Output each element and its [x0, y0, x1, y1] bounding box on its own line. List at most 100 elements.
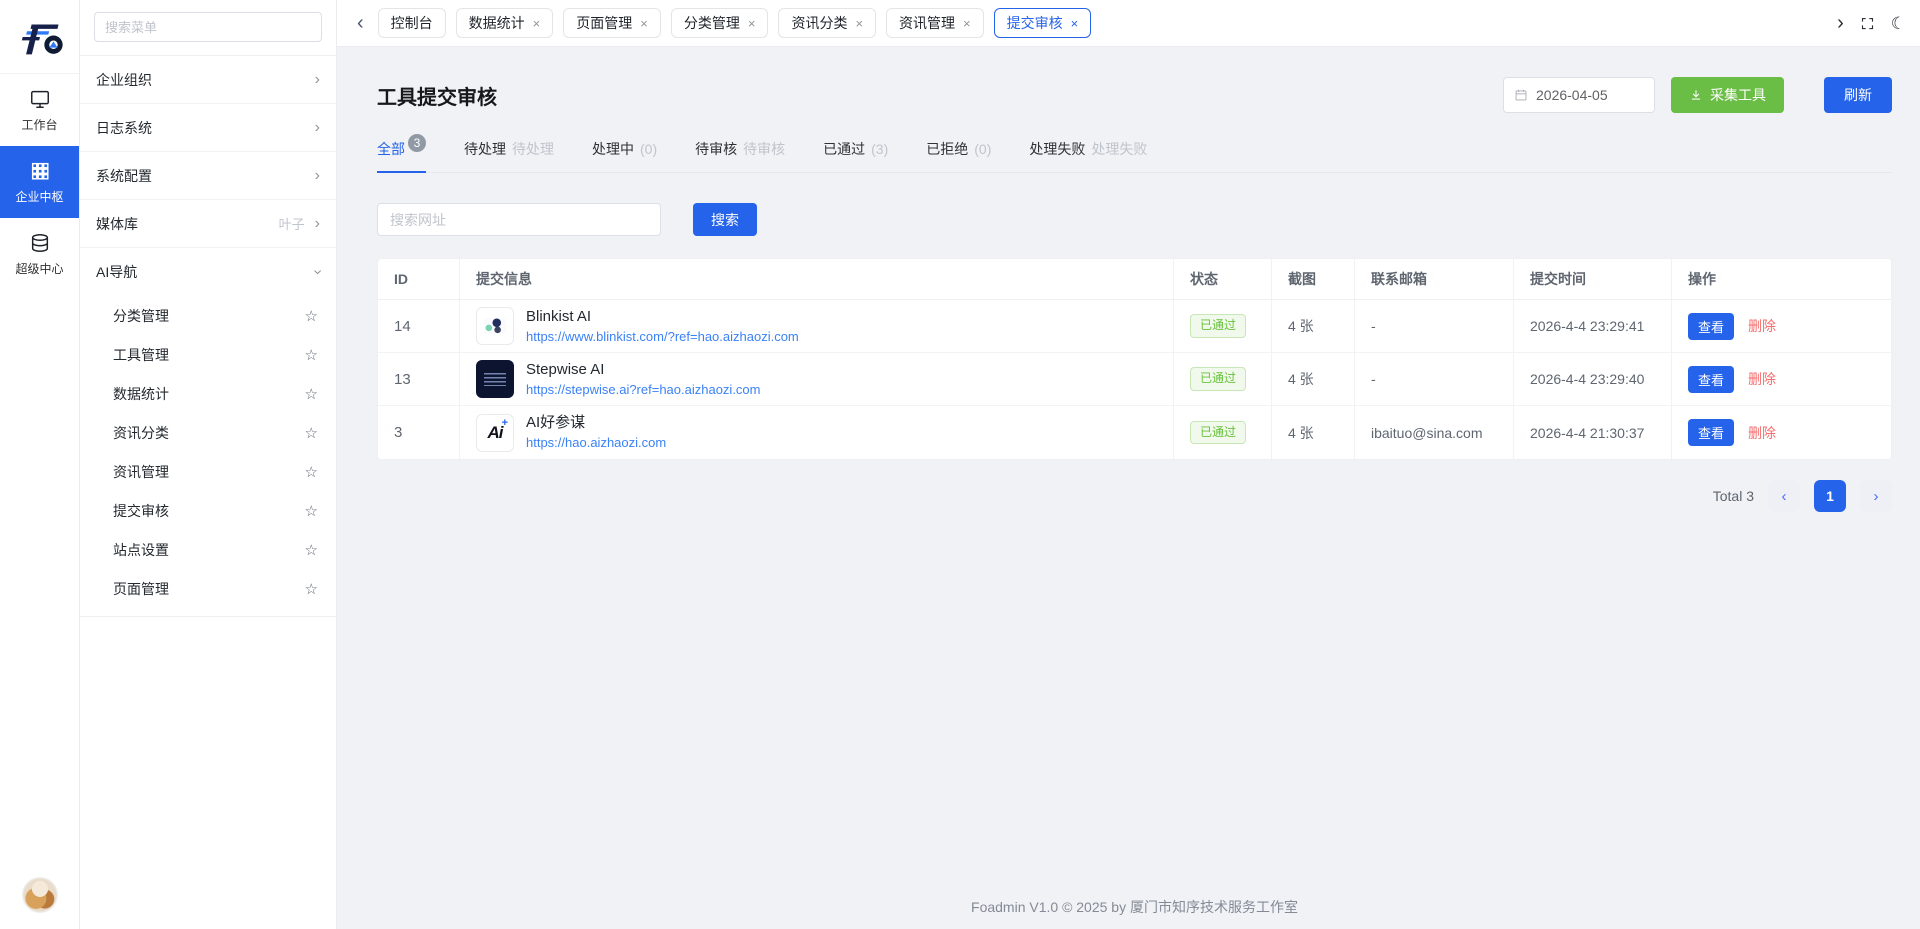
- filter-label: 处理失败: [1029, 141, 1085, 157]
- rail-item-super-center[interactable]: 超级中心: [0, 218, 79, 290]
- sidebar-item-page-mgmt[interactable]: 页面管理 ☆: [80, 569, 336, 608]
- submissions-table: ID 提交信息 状态 截图 联系邮箱 提交时间 操作 14 +: [377, 258, 1892, 460]
- contact-email: ibaituo@sina.com: [1355, 406, 1514, 459]
- star-outline-icon[interactable]: ☆: [305, 502, 318, 520]
- top-tabbar: ‹ 控制台 数据统计 × 页面管理 × 分类管理 × 资讯分类 × 资讯管理: [337, 0, 1920, 47]
- sidebar-item-system-config[interactable]: 系统配置 ›: [80, 152, 336, 200]
- filter-suffix: 待处理: [512, 141, 554, 157]
- app-logo[interactable]: [0, 0, 79, 74]
- filter-rejected[interactable]: 已拒绝 (0): [926, 139, 991, 172]
- submenu-item-label: 提交审核: [113, 501, 169, 521]
- rail-item-enterprise-hub[interactable]: 企业中枢: [0, 146, 79, 218]
- filter-approved[interactable]: 已通过(3): [823, 139, 888, 172]
- star-outline-icon[interactable]: ☆: [305, 385, 318, 403]
- submenu-item-label: 资讯管理: [113, 462, 169, 482]
- view-button[interactable]: 查看: [1688, 366, 1734, 393]
- sidebar-item-tool-mgmt[interactable]: 工具管理 ☆: [80, 335, 336, 374]
- col-submission: 提交信息: [460, 259, 1174, 299]
- status-badge: 已通过: [1190, 421, 1246, 445]
- filter-label: 待处理: [464, 141, 506, 157]
- close-icon[interactable]: ×: [1071, 16, 1079, 31]
- sidebar-item-log-system[interactable]: 日志系统 ›: [80, 104, 336, 152]
- dark-mode-moon-icon[interactable]: ☾: [1891, 15, 1906, 32]
- search-row: 搜索: [377, 203, 1892, 236]
- collect-tools-button[interactable]: 采集工具: [1671, 77, 1784, 113]
- filter-suffix: (0): [974, 141, 991, 157]
- delete-link[interactable]: 删除: [1748, 369, 1776, 389]
- star-outline-icon[interactable]: ☆: [305, 307, 318, 325]
- filter-awaiting-review[interactable]: 待审核待审核: [695, 139, 785, 172]
- tool-url-link[interactable]: https://www.blinkist.com/?ref=hao.aizhao…: [526, 329, 799, 345]
- prev-page-button[interactable]: ‹: [1768, 480, 1800, 512]
- tab-page-mgmt[interactable]: 页面管理 ×: [563, 8, 661, 38]
- tab-submission-review[interactable]: 提交审核 ×: [994, 8, 1092, 38]
- tab-news-mgmt[interactable]: 资讯管理 ×: [886, 8, 984, 38]
- icon-rail: 工作台 企业中枢 超级中心: [0, 0, 80, 929]
- site-thumbnail[interactable]: +: [476, 360, 514, 398]
- chevron-right-icon: ›: [315, 72, 320, 88]
- close-icon[interactable]: ×: [640, 16, 648, 31]
- spark-icon: +: [502, 418, 508, 429]
- chevron-right-icon: ›: [1874, 488, 1879, 505]
- star-outline-icon[interactable]: ☆: [305, 463, 318, 481]
- tab-console[interactable]: 控制台: [378, 8, 446, 38]
- user-avatar[interactable]: [22, 877, 58, 913]
- sidebar-item-submission-review[interactable]: 提交审核 ☆: [80, 491, 336, 530]
- view-button[interactable]: 查看: [1688, 313, 1734, 340]
- sidebar-item-news-mgmt[interactable]: 资讯管理 ☆: [80, 452, 336, 491]
- tool-url-link[interactable]: https://hao.aizhaozi.com: [526, 435, 666, 451]
- search-button[interactable]: 搜索: [693, 203, 757, 236]
- sidebar-item-enterprise-org[interactable]: 企业组织 ›: [80, 56, 336, 104]
- view-button[interactable]: 查看: [1688, 419, 1734, 446]
- chevron-right-icon: ›: [315, 168, 320, 184]
- date-input[interactable]: [1536, 87, 1644, 103]
- search-url-input[interactable]: [377, 203, 661, 236]
- site-thumbnail[interactable]: +: [476, 307, 514, 345]
- delete-link[interactable]: 删除: [1748, 423, 1776, 443]
- menu-item-extra: 叶子: [279, 214, 305, 233]
- tool-url-link[interactable]: https://stepwise.ai?ref=hao.aizhaozi.com: [526, 382, 761, 398]
- tab-category-mgmt[interactable]: 分类管理 ×: [671, 8, 769, 38]
- sidebar-item-site-settings[interactable]: 站点设置 ☆: [80, 530, 336, 569]
- screenshot-count: 4 张: [1272, 300, 1355, 352]
- close-icon[interactable]: ×: [963, 16, 971, 31]
- sidebar-item-media-library[interactable]: 媒体库 叶子 ›: [80, 200, 336, 248]
- filter-label: 处理中: [592, 141, 634, 157]
- row-id: 3: [378, 406, 460, 459]
- sidebar-item-news-category[interactable]: 资讯分类 ☆: [80, 413, 336, 452]
- filter-failed[interactable]: 处理失败处理失败: [1029, 139, 1147, 172]
- sidebar-item-data-stats[interactable]: 数据统计 ☆: [80, 374, 336, 413]
- close-icon[interactable]: ×: [748, 16, 756, 31]
- filter-pending[interactable]: 待处理待处理: [464, 139, 554, 172]
- next-page-button[interactable]: ›: [1860, 480, 1892, 512]
- filter-all[interactable]: 全部3: [377, 139, 426, 172]
- star-outline-icon[interactable]: ☆: [305, 424, 318, 442]
- refresh-button[interactable]: 刷新: [1824, 77, 1892, 113]
- date-picker[interactable]: [1503, 77, 1655, 113]
- close-icon[interactable]: ×: [533, 16, 541, 31]
- star-outline-icon[interactable]: ☆: [305, 541, 318, 559]
- menu-item-label: 媒体库: [96, 214, 138, 234]
- tab-news-category[interactable]: 资讯分类 ×: [778, 8, 876, 38]
- tab-data-stats[interactable]: 数据统计 ×: [456, 8, 554, 38]
- submenu-item-label: 分类管理: [113, 306, 169, 326]
- page-header: 工具提交审核 采集工具 刷新: [377, 77, 1892, 113]
- site-thumbnail[interactable]: Ai +: [476, 414, 514, 452]
- star-outline-icon[interactable]: ☆: [305, 580, 318, 598]
- filter-processing[interactable]: 处理中(0): [592, 139, 657, 172]
- rail-item-workbench[interactable]: 工作台: [0, 74, 79, 146]
- close-icon[interactable]: ×: [855, 16, 863, 31]
- menu-search-input[interactable]: [94, 12, 322, 42]
- submenu-item-label: 资讯分类: [113, 423, 169, 443]
- page-number-1[interactable]: 1: [1814, 480, 1846, 512]
- tabs-scroll-left-icon[interactable]: ‹: [353, 13, 368, 33]
- star-outline-icon[interactable]: ☆: [305, 346, 318, 364]
- delete-link[interactable]: 删除: [1748, 316, 1776, 336]
- sidebar-item-category-mgmt[interactable]: 分类管理 ☆: [80, 296, 336, 335]
- filter-label: 已拒绝: [926, 141, 968, 157]
- tabs-scroll-right-icon[interactable]: ›: [1837, 13, 1844, 33]
- tab-label: 数据统计: [469, 13, 525, 33]
- pagination: Total 3 ‹ 1 ›: [377, 480, 1892, 512]
- sidebar-item-ai-nav[interactable]: AI导航 ›: [80, 248, 336, 296]
- fullscreen-icon[interactable]: [1860, 16, 1875, 31]
